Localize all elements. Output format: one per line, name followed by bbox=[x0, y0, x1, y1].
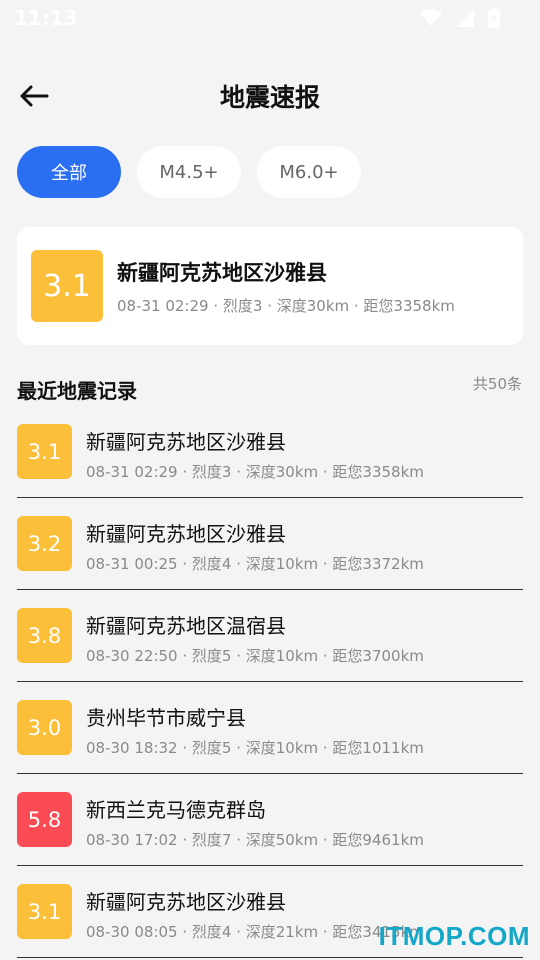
quake-meta: 08-31 02:29 · 烈度3 · 深度30km · 距您3358km bbox=[117, 297, 455, 315]
record-count: 共50条 bbox=[472, 375, 522, 393]
filter-tabs: 全部 M4.5+ M6.0+ bbox=[17, 146, 361, 198]
quake-location: 新疆阿克苏地区沙雅县 bbox=[86, 522, 286, 546]
quake-location: 新疆阿克苏地区沙雅县 bbox=[117, 261, 327, 285]
status-time: 11:13 bbox=[14, 6, 78, 30]
watermark: ITMOP.COM bbox=[378, 921, 530, 951]
filter-m60[interactable]: M6.0+ bbox=[257, 146, 361, 198]
latest-quake-card[interactable]: 3.1 新疆阿克苏地区沙雅县 08-31 02:29 · 烈度3 · 深度30k… bbox=[17, 227, 523, 345]
wifi-icon bbox=[420, 9, 442, 26]
quake-meta: 08-30 22:50 · 烈度5 · 深度10km · 距您3700km bbox=[86, 647, 424, 665]
quake-meta: 08-30 17:02 · 烈度7 · 深度50km · 距您9461km bbox=[86, 831, 424, 849]
list-item[interactable]: 5.8 新西兰克马德克群岛 08-30 17:02 · 烈度7 · 深度50km… bbox=[17, 774, 523, 866]
list-item[interactable]: 3.1 新疆阿克苏地区沙雅县 08-31 02:29 · 烈度3 · 深度30k… bbox=[17, 406, 523, 498]
signal-icon bbox=[456, 9, 474, 27]
filter-m45[interactable]: M4.5+ bbox=[137, 146, 241, 198]
list-item[interactable]: 3.8 新疆阿克苏地区温宿县 08-30 22:50 · 烈度5 · 深度10k… bbox=[17, 590, 523, 682]
quake-meta: 08-31 00:25 · 烈度4 · 深度10km · 距您3372km bbox=[86, 555, 424, 573]
quake-location: 贵州毕节市威宁县 bbox=[86, 706, 246, 730]
header: 地震速报 bbox=[0, 70, 540, 120]
quake-location: 新疆阿克苏地区温宿县 bbox=[86, 614, 286, 638]
filter-all[interactable]: 全部 bbox=[17, 146, 121, 198]
page-title: 地震速报 bbox=[219, 83, 320, 112]
quake-meta: 08-31 02:29 · 烈度3 · 深度30km · 距您3358km bbox=[86, 463, 424, 481]
section-title: 最近地震记录 bbox=[17, 379, 137, 403]
magnitude-badge: 3.1 bbox=[17, 884, 72, 939]
quake-list: 3.1 新疆阿克苏地区沙雅县 08-31 02:29 · 烈度3 · 深度30k… bbox=[17, 406, 523, 958]
quake-location: 新疆阿克苏地区沙雅县 bbox=[86, 890, 286, 914]
quake-meta: 08-30 18:32 · 烈度5 · 深度10km · 距您1011km bbox=[86, 739, 424, 757]
list-item[interactable]: 3.2 新疆阿克苏地区沙雅县 08-31 00:25 · 烈度4 · 深度10k… bbox=[17, 498, 523, 590]
magnitude-badge: 3.2 bbox=[17, 516, 72, 571]
quake-location: 新西兰克马德克群岛 bbox=[86, 798, 266, 822]
magnitude-badge: 3.0 bbox=[17, 700, 72, 755]
status-bar: 11:13 bbox=[0, 0, 540, 36]
status-icons bbox=[420, 8, 500, 28]
quake-meta: 08-30 08:05 · 烈度4 · 深度21km · 距您3415km bbox=[86, 923, 424, 941]
quake-location: 新疆阿克苏地区沙雅县 bbox=[86, 430, 286, 454]
magnitude-badge: 3.1 bbox=[31, 250, 103, 322]
magnitude-badge: 5.8 bbox=[17, 792, 72, 847]
battery-icon bbox=[488, 8, 500, 28]
list-item[interactable]: 3.0 贵州毕节市威宁县 08-30 18:32 · 烈度5 · 深度10km … bbox=[17, 682, 523, 774]
magnitude-badge: 3.8 bbox=[17, 608, 72, 663]
magnitude-badge: 3.1 bbox=[17, 424, 72, 479]
